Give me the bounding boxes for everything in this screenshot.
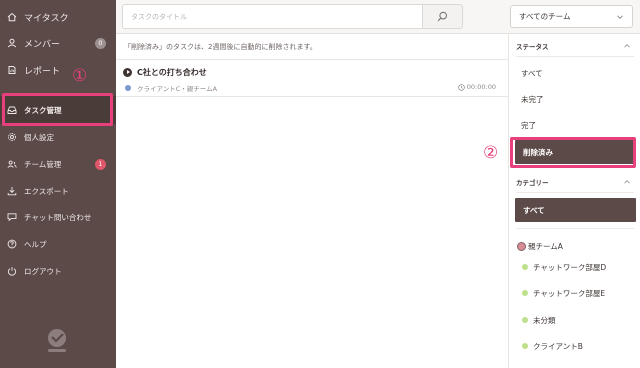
- sidebar-item-chat-inquiry[interactable]: チャット問い合わせ: [0, 204, 116, 230]
- user-icon: [7, 38, 17, 48]
- category-dot: [517, 241, 526, 251]
- divider: [516, 228, 634, 229]
- task-list-panel: 「削除済み」のタスクは、2週間後に自動的に削除されます。 C社との打ち合わせ ク…: [116, 34, 508, 368]
- download-icon: [7, 186, 17, 196]
- status-header-label: ステータス: [516, 43, 549, 51]
- annotation-number-2: ②: [483, 143, 499, 163]
- category-item[interactable]: チャットワーク部屋E: [509, 285, 640, 301]
- power-icon: [7, 266, 17, 276]
- category-dot: [522, 264, 528, 270]
- chat-icon: [7, 212, 17, 222]
- status-option-all[interactable]: すべて: [521, 68, 543, 79]
- sidebar-item-export[interactable]: エクスポート: [0, 178, 116, 204]
- sidebar-item-label: チーム管理: [24, 159, 62, 169]
- team-icon: [7, 159, 17, 169]
- sidebar-item-label: 個人設定: [24, 132, 54, 142]
- sidebar-item-label: ログアウト: [24, 266, 62, 276]
- sidebar-item-help[interactable]: ヘルプ: [0, 231, 116, 257]
- task-time: 00:00:00: [458, 83, 496, 91]
- sidebar-item-label: チャット問い合わせ: [24, 212, 92, 222]
- help-icon: [7, 239, 17, 249]
- status-section-header[interactable]: ステータス: [509, 36, 640, 56]
- category-section-header[interactable]: カテゴリー: [509, 172, 640, 192]
- task-time-value: 00:00:00: [466, 83, 496, 91]
- filter-panel: ステータス すべて 未完了 完了 削除済み カテゴリー すべて 親チームA チャ…: [508, 34, 640, 368]
- category-item-parent[interactable]: 親チームA: [509, 238, 640, 254]
- task-title[interactable]: C社との打ち合わせ: [137, 67, 207, 78]
- home-icon: [7, 12, 17, 22]
- sidebar: マイタスク メンバー 0 レポート タスク管理 個人設定 チーム管理 1 エクス…: [0, 0, 116, 368]
- app-logo-icon: [42, 326, 72, 356]
- gear-icon: [7, 132, 17, 142]
- search-button[interactable]: [422, 4, 463, 29]
- sidebar-item-label: エクスポート: [24, 186, 69, 196]
- category-label: 未分類: [533, 315, 556, 325]
- deleted-notice: 「削除済み」のタスクは、2週間後に自動的に削除されます。: [124, 43, 317, 51]
- category-dot: [522, 290, 528, 296]
- category-option-all[interactable]: すべて: [515, 198, 636, 222]
- category-item[interactable]: 未分類: [509, 312, 640, 328]
- highlight-box-deleted: [510, 137, 636, 168]
- search-input[interactable]: タスクのタイトル: [122, 4, 422, 29]
- category-label: チャットワーク部屋E: [533, 288, 606, 298]
- sidebar-item-team-management[interactable]: チーム管理 1: [0, 151, 116, 177]
- sidebar-item-label: レポート: [24, 66, 61, 77]
- clock-icon: [458, 83, 465, 91]
- sidebar-item-logout[interactable]: ログアウト: [0, 258, 116, 284]
- team-notification-badge: 1: [95, 158, 106, 170]
- highlight-box-task-management: [2, 93, 113, 126]
- task-meta: クライアントC・親チームA: [137, 85, 218, 93]
- team-select-value: すべてのチーム: [519, 12, 571, 21]
- sidebar-item-report[interactable]: レポート: [0, 57, 116, 83]
- sidebar-item-personal-settings[interactable]: 個人設定: [0, 124, 116, 150]
- divider: [516, 192, 634, 193]
- category-dot: [522, 343, 528, 349]
- status-option-incomplete[interactable]: 未完了: [521, 94, 544, 105]
- sidebar-item-label: マイタスク: [24, 13, 69, 24]
- category-label: クライアントB: [533, 341, 583, 351]
- chevron-up-icon: [624, 179, 630, 184]
- annotation-number-1: ①: [72, 66, 88, 86]
- top-bar: タスクのタイトル すべてのチーム: [116, 0, 640, 34]
- category-header-label: カテゴリー: [516, 179, 549, 187]
- category-item[interactable]: チャットワーク部屋D: [509, 259, 640, 275]
- sidebar-item-label: メンバー: [24, 39, 61, 50]
- chevron-down-icon: [617, 15, 623, 20]
- category-label: 親チームA: [528, 241, 563, 251]
- report-icon: [7, 65, 17, 75]
- status-option-complete[interactable]: 完了: [521, 120, 536, 131]
- magnifier-icon: [437, 11, 448, 22]
- category-dot: [522, 317, 528, 323]
- task-category-dot: [125, 85, 131, 91]
- sidebar-item-label: ヘルプ: [24, 239, 47, 249]
- category-item[interactable]: クライアントB: [509, 338, 640, 354]
- team-select[interactable]: すべてのチーム: [510, 5, 633, 28]
- members-count-badge: 0: [95, 37, 106, 49]
- category-label: チャットワーク部屋D: [533, 262, 607, 272]
- play-icon[interactable]: [123, 68, 132, 77]
- divider: [516, 56, 634, 57]
- chevron-up-icon: [624, 43, 630, 48]
- app-window: マイタスク メンバー 0 レポート タスク管理 個人設定 チーム管理 1 エクス…: [0, 0, 640, 368]
- task-row[interactable]: C社との打ち合わせ クライアントC・親チームA 00:00:00: [116, 60, 508, 97]
- sidebar-item-my-tasks[interactable]: マイタスク: [0, 4, 116, 30]
- sidebar-item-members[interactable]: メンバー 0: [0, 30, 116, 56]
